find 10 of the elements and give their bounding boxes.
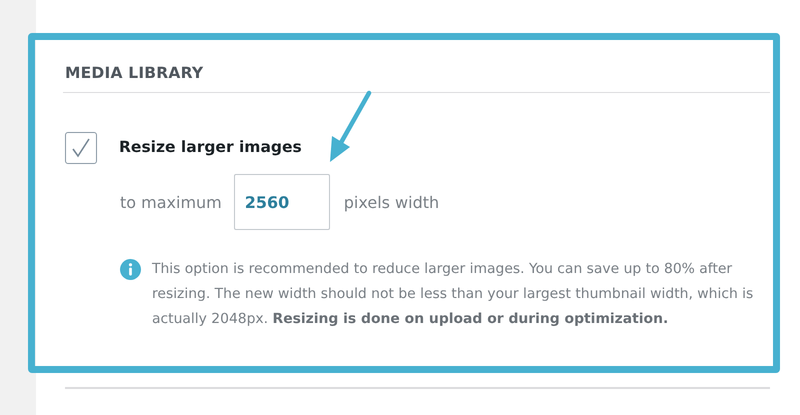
info-icon: [120, 259, 141, 280]
check-icon: [70, 137, 92, 159]
field-label: to maximum: [120, 192, 222, 212]
width-input[interactable]: 2560: [234, 174, 330, 230]
info-text: This option is recommended to reduce larger images. You can save up to 80% after resizing. The new width should not be less than your largest thumbnail width, which is actually 2048px. Resizing is done on upload or during optimization.: [152, 260, 754, 329]
annotation-arrow: [330, 90, 372, 162]
checkbox[interactable]: [65, 132, 97, 164]
checkbox-label: Resize larger images: [119, 138, 302, 156]
unit-label: pixels width: [344, 192, 440, 212]
section-title: MEDIA LIBRARY: [65, 64, 204, 82]
